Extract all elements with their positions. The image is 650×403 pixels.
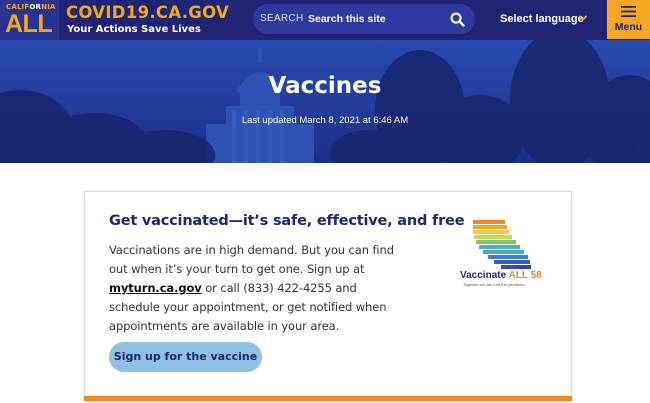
select-language-button[interactable]: Select language xyxy=(500,13,584,25)
hero-banner: Vaccines Last updated March 8, 2021 at 6… xyxy=(0,40,650,163)
last-updated-text: Last updated March 8, 2021 at 6:46 AM xyxy=(241,115,409,126)
card-body: Vaccinations are in high demand. But you… xyxy=(109,243,394,333)
site-title[interactable]: COVID19.CA.GOV xyxy=(66,3,229,22)
vaccine-signup-card: Get vaccinated—it’s safe, effective, and… xyxy=(84,191,572,401)
search-label: SEARCH xyxy=(260,13,304,24)
sign-up-vaccine-button[interactable]: Sign up for the vaccine xyxy=(109,342,262,372)
california-all-logo[interactable]: CALIFORNIA ALL xyxy=(0,0,59,40)
chevron-down-icon[interactable] xyxy=(578,13,588,23)
card-heading: Get vaccinated—it’s safe, effective, and… xyxy=(109,213,465,229)
myturn-link[interactable]: myturn.ca.gov xyxy=(109,281,202,295)
menu-button[interactable]: Menu xyxy=(607,0,650,39)
site-header: CALIFORNIA ALL COVID19.CA.GOV Your Actio… xyxy=(0,0,650,40)
page-title: Vaccines xyxy=(268,73,382,99)
vaccinate-all-58-logo: Vaccinate ALL 58 xyxy=(460,270,542,281)
card-accent-bar xyxy=(84,396,572,401)
site-tagline: Your Actions Save Lives xyxy=(67,24,201,35)
hamburger-icon xyxy=(621,6,636,17)
logo-all-text: ALL xyxy=(5,10,53,38)
search-input[interactable] xyxy=(308,10,438,28)
capitol-background-image xyxy=(0,40,650,163)
logo-tagline: Together we can end the pandemic. xyxy=(463,282,527,287)
search-icon[interactable] xyxy=(447,9,467,29)
search-bar: SEARCH xyxy=(253,4,475,34)
menu-label: Menu xyxy=(614,21,643,33)
